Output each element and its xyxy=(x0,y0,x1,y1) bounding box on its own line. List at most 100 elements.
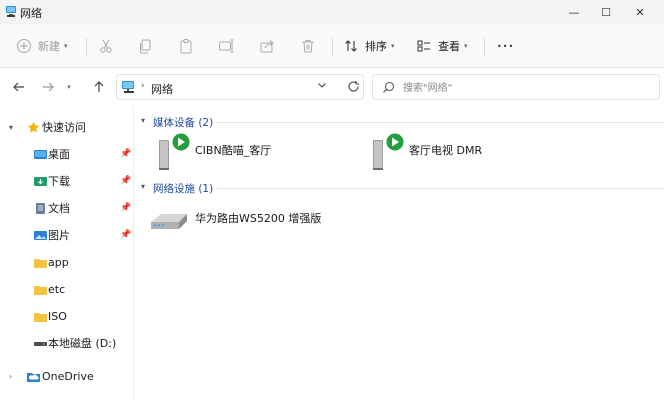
chevron-down-icon[interactable]: ▾ xyxy=(141,182,145,191)
plus-icon xyxy=(17,39,31,53)
new-button[interactable]: 新建 ▾ xyxy=(16,34,68,58)
paste-button[interactable] xyxy=(178,34,194,58)
search-box[interactable] xyxy=(372,74,660,100)
address-bar[interactable]: › 网络 xyxy=(116,74,364,100)
new-label: 新建 xyxy=(38,40,60,53)
paste-icon xyxy=(180,39,192,54)
device-name: 客厅电视 DMR xyxy=(409,144,483,157)
cut-button[interactable] xyxy=(98,34,114,58)
device-item[interactable]: 客厅电视 DMR xyxy=(369,132,569,172)
chevron-down-icon[interactable]: ▾ xyxy=(9,123,13,132)
group-title: 媒体设备 (2) xyxy=(153,117,214,129)
close-icon: ✕ xyxy=(635,5,645,19)
device-item[interactable]: 华为路由WS5200 增强版 xyxy=(149,200,379,240)
folder-icon xyxy=(34,285,47,295)
close-button[interactable]: ✕ xyxy=(622,0,658,24)
maximize-icon: ☐ xyxy=(601,5,611,19)
more-icon: ••• xyxy=(497,41,515,51)
sort-button[interactable]: 排序 ▾ xyxy=(343,34,395,58)
command-bar: 新建 ▾ 排序 ▾ 查看 ▾ ••• xyxy=(0,24,664,68)
view-button[interactable]: 查看 ▾ xyxy=(416,34,468,58)
sidebar-item-local-disk-d[interactable]: 本地磁盘 (D:) xyxy=(0,332,134,354)
downloads-folder-icon xyxy=(34,176,47,186)
sidebar-item-app[interactable]: app xyxy=(0,251,134,273)
device-item[interactable]: CIBN酷喵_客厅 xyxy=(155,132,355,172)
sidebar-item-desktop[interactable]: 桌面 📌 xyxy=(0,143,134,165)
address-history-dropdown[interactable] xyxy=(317,80,327,93)
device-name: CIBN酷喵_客厅 xyxy=(195,144,272,157)
navigation-pane: ▾ 快速访问 桌面 📌 下载 📌 文档 📌 图片 📌 app etc ISO 本… xyxy=(0,106,134,400)
share-button[interactable] xyxy=(259,34,275,58)
more-button[interactable]: ••• xyxy=(497,34,514,58)
onedrive-folder-icon xyxy=(27,372,40,382)
sort-label: 排序 xyxy=(365,40,387,53)
group-network-infrastructure[interactable]: ▾ 网络设施 (1) xyxy=(135,178,664,198)
sort-icon xyxy=(345,40,357,52)
desktop-folder-icon xyxy=(34,149,47,159)
forward-button[interactable] xyxy=(38,77,58,97)
arrow-up-icon xyxy=(94,81,104,92)
chevron-down-icon xyxy=(318,83,326,88)
star-icon xyxy=(27,121,40,132)
toolbar-divider xyxy=(484,38,485,56)
network-folder-icon xyxy=(6,6,16,17)
group-divider xyxy=(217,188,664,189)
documents-folder-icon xyxy=(36,202,45,214)
sidebar-item-label: 本地磁盘 (D:) xyxy=(48,337,117,350)
sidebar-item-label: 快速访问 xyxy=(42,121,86,134)
delete-icon xyxy=(302,40,314,53)
pin-icon: 📌 xyxy=(120,149,132,159)
view-icon xyxy=(417,40,430,52)
sidebar-item-label: OneDrive xyxy=(42,369,94,383)
search-input[interactable] xyxy=(403,79,643,97)
group-title: 网络设施 (1) xyxy=(153,183,214,195)
maximize-button[interactable]: ☐ xyxy=(588,0,624,24)
pin-icon: 📌 xyxy=(120,203,132,213)
sidebar-item-label: app xyxy=(48,255,69,269)
refresh-button[interactable] xyxy=(343,76,363,96)
breadcrumb-network[interactable]: 网络 xyxy=(151,81,173,97)
chevron-down-icon[interactable]: ▾ xyxy=(141,116,145,125)
group-media-devices[interactable]: ▾ 媒体设备 (2) xyxy=(135,112,664,132)
chevron-down-icon: ▾ xyxy=(64,42,68,50)
sidebar-item-label: 桌面 xyxy=(48,148,70,161)
breadcrumb-separator: › xyxy=(141,81,145,91)
sidebar-item-quick-access[interactable]: ▾ 快速访问 xyxy=(0,116,134,138)
minimize-button[interactable]: — xyxy=(556,0,592,24)
folder-icon xyxy=(34,312,47,322)
sidebar-item-etc[interactable]: etc xyxy=(0,278,134,300)
sidebar-item-iso[interactable]: ISO xyxy=(0,305,134,327)
copy-button[interactable] xyxy=(138,34,154,58)
arrow-right-icon xyxy=(43,82,54,92)
cut-icon xyxy=(100,39,112,53)
share-icon xyxy=(260,40,274,53)
chevron-down-icon: ▾ xyxy=(464,42,468,50)
sidebar-item-pictures[interactable]: 图片 📌 xyxy=(0,224,134,246)
sidebar-item-label: ISO xyxy=(48,309,67,323)
sidebar-item-label: 文档 xyxy=(48,202,70,215)
media-device-icon xyxy=(159,132,191,170)
sidebar-item-downloads[interactable]: 下载 📌 xyxy=(0,170,134,192)
search-icon xyxy=(383,81,395,93)
recent-locations-button[interactable]: ▾ xyxy=(62,77,76,97)
rename-button[interactable] xyxy=(218,34,234,58)
folder-icon xyxy=(34,258,47,268)
delete-button[interactable] xyxy=(300,34,316,58)
sidebar-item-label: etc xyxy=(48,282,66,296)
refresh-icon xyxy=(347,80,359,92)
arrow-left-icon xyxy=(13,82,24,92)
router-icon xyxy=(151,214,187,229)
drive-icon xyxy=(34,341,47,346)
copy-icon xyxy=(140,39,151,54)
toolbar-divider xyxy=(86,38,87,56)
chevron-right-icon[interactable]: › xyxy=(9,372,12,381)
back-button[interactable] xyxy=(9,77,29,97)
pictures-folder-icon xyxy=(34,230,47,240)
up-button[interactable] xyxy=(89,77,109,97)
pin-icon: 📌 xyxy=(120,230,132,240)
content-pane: ▾ 媒体设备 (2) CIBN酷喵_客厅 客厅电视 DMR ▾ 网络设施 (1) xyxy=(135,106,664,400)
chevron-down-icon: ▾ xyxy=(67,83,71,91)
rename-icon xyxy=(219,39,234,53)
sidebar-item-documents[interactable]: 文档 📌 xyxy=(0,197,134,219)
sidebar-item-onedrive[interactable]: › OneDrive xyxy=(0,365,134,387)
